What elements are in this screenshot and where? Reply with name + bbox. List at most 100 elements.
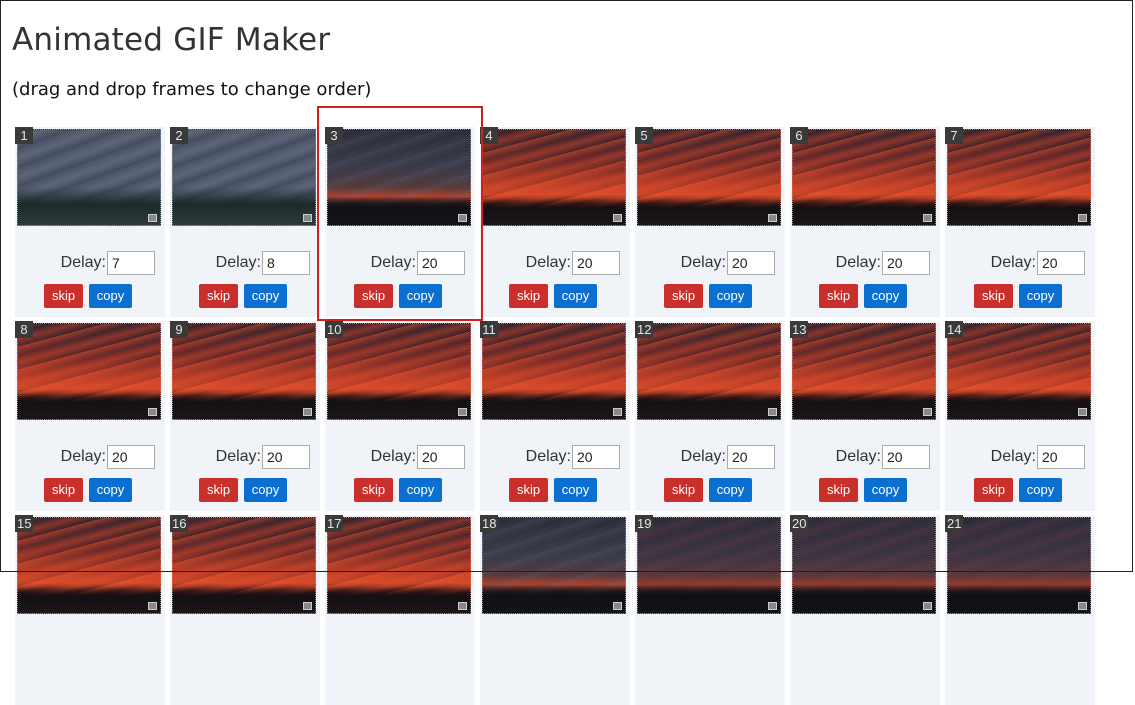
skip-button[interactable]: skip bbox=[974, 284, 1013, 308]
delay-input[interactable] bbox=[1037, 251, 1085, 275]
image-icon bbox=[148, 602, 157, 610]
frame-number-badge: 21 bbox=[945, 515, 964, 532]
skip-button[interactable]: skip bbox=[819, 284, 858, 308]
frame-thumbnail[interactable] bbox=[947, 517, 1091, 614]
frame-cell[interactable]: 3 Delay: skipcopy bbox=[325, 127, 475, 317]
copy-button[interactable]: copy bbox=[709, 284, 752, 308]
image-icon bbox=[613, 214, 622, 222]
delay-row: Delay: bbox=[480, 251, 630, 277]
delay-input[interactable] bbox=[727, 251, 775, 275]
skip-button[interactable]: skip bbox=[199, 478, 238, 502]
frame-thumbnail[interactable] bbox=[17, 323, 161, 420]
copy-button[interactable]: copy bbox=[399, 284, 442, 308]
copy-button[interactable]: copy bbox=[554, 478, 597, 502]
delay-input[interactable] bbox=[882, 445, 930, 469]
delay-input[interactable] bbox=[262, 251, 310, 275]
frame-cell[interactable]: 13 Delay: skipcopy bbox=[790, 321, 940, 511]
delay-row: Delay: bbox=[170, 251, 320, 277]
frame-cell[interactable]: 4 Delay: skipcopy bbox=[480, 127, 630, 317]
frame-thumbnail[interactable] bbox=[947, 129, 1091, 226]
frame-thumbnail[interactable] bbox=[792, 517, 936, 614]
frame-thumbnail[interactable] bbox=[482, 129, 626, 226]
frame-cell[interactable]: 14 Delay: skipcopy bbox=[945, 321, 1095, 511]
delay-row: Delay: bbox=[15, 251, 165, 277]
frame-cell[interactable]: 5 Delay: skipcopy bbox=[635, 127, 785, 317]
skip-button[interactable]: skip bbox=[664, 284, 703, 308]
frame-cell[interactable]: 16 bbox=[170, 515, 320, 705]
image-icon bbox=[923, 602, 932, 610]
frame-number-badge: 4 bbox=[480, 127, 498, 144]
copy-button[interactable]: copy bbox=[244, 284, 287, 308]
frame-thumbnail[interactable] bbox=[17, 517, 161, 614]
frame-thumbnail[interactable] bbox=[947, 323, 1091, 420]
copy-button[interactable]: copy bbox=[709, 478, 752, 502]
copy-button[interactable]: copy bbox=[89, 284, 132, 308]
frame-number-badge: 3 bbox=[325, 127, 343, 144]
copy-button[interactable]: copy bbox=[1019, 284, 1062, 308]
copy-button[interactable]: copy bbox=[1019, 478, 1062, 502]
copy-button[interactable]: copy bbox=[864, 284, 907, 308]
skip-button[interactable]: skip bbox=[354, 478, 393, 502]
delay-input[interactable] bbox=[107, 251, 155, 275]
delay-input[interactable] bbox=[262, 445, 310, 469]
frame-cell[interactable]: 6 Delay: skipcopy bbox=[790, 127, 940, 317]
frame-thumbnail[interactable] bbox=[792, 323, 936, 420]
delay-input[interactable] bbox=[1037, 445, 1085, 469]
frame-thumbnail[interactable] bbox=[327, 517, 471, 614]
frame-cell[interactable]: 7 Delay: skipcopy bbox=[945, 127, 1095, 317]
delay-input[interactable] bbox=[572, 445, 620, 469]
frame-thumbnail[interactable] bbox=[327, 129, 471, 226]
frame-number-badge: 20 bbox=[790, 515, 809, 532]
delay-input[interactable] bbox=[882, 251, 930, 275]
frame-thumbnail[interactable] bbox=[637, 129, 781, 226]
skip-button[interactable]: skip bbox=[44, 478, 83, 502]
copy-button[interactable]: copy bbox=[399, 478, 442, 502]
skip-button[interactable]: skip bbox=[509, 478, 548, 502]
frame-cell[interactable]: 10 Delay: skipcopy bbox=[325, 321, 475, 511]
copy-button[interactable]: copy bbox=[864, 478, 907, 502]
copy-button[interactable]: copy bbox=[554, 284, 597, 308]
frame-cell[interactable]: 1 Delay: skipcopy bbox=[15, 127, 165, 317]
frame-cell[interactable]: 18 bbox=[480, 515, 630, 705]
delay-label: Delay: bbox=[370, 448, 416, 465]
image-icon bbox=[458, 602, 467, 610]
delay-input[interactable] bbox=[417, 251, 465, 275]
frame-thumbnail[interactable] bbox=[172, 517, 316, 614]
frame-number-badge: 8 bbox=[15, 321, 33, 338]
frame-cell[interactable]: 2 Delay: skipcopy bbox=[170, 127, 320, 317]
frame-cell[interactable]: 20 bbox=[790, 515, 940, 705]
delay-input[interactable] bbox=[727, 445, 775, 469]
delay-input[interactable] bbox=[107, 445, 155, 469]
frame-thumbnail[interactable] bbox=[637, 323, 781, 420]
skip-button[interactable]: skip bbox=[199, 284, 238, 308]
copy-button[interactable]: copy bbox=[244, 478, 287, 502]
frame-thumbnail[interactable] bbox=[637, 517, 781, 614]
frame-cell[interactable]: 17 bbox=[325, 515, 475, 705]
frame-cell[interactable]: 9 Delay: skipcopy bbox=[170, 321, 320, 511]
frame-number-badge: 2 bbox=[170, 127, 188, 144]
frame-number-badge: 14 bbox=[945, 321, 964, 338]
delay-row: Delay: bbox=[635, 251, 785, 277]
delay-input[interactable] bbox=[417, 445, 465, 469]
frame-thumbnail[interactable] bbox=[327, 323, 471, 420]
skip-button[interactable]: skip bbox=[354, 284, 393, 308]
frame-cell[interactable]: 12 Delay: skipcopy bbox=[635, 321, 785, 511]
skip-button[interactable]: skip bbox=[509, 284, 548, 308]
frame-thumbnail[interactable] bbox=[482, 517, 626, 614]
copy-button[interactable]: copy bbox=[89, 478, 132, 502]
skip-button[interactable]: skip bbox=[44, 284, 83, 308]
frame-cell[interactable]: 21 bbox=[945, 515, 1095, 705]
frame-thumbnail[interactable] bbox=[17, 129, 161, 226]
skip-button[interactable]: skip bbox=[974, 478, 1013, 502]
delay-input[interactable] bbox=[572, 251, 620, 275]
frame-thumbnail[interactable] bbox=[172, 129, 316, 226]
frame-cell[interactable]: 8 Delay: skipcopy bbox=[15, 321, 165, 511]
frame-cell[interactable]: 19 bbox=[635, 515, 785, 705]
frame-thumbnail[interactable] bbox=[792, 129, 936, 226]
frame-thumbnail[interactable] bbox=[172, 323, 316, 420]
skip-button[interactable]: skip bbox=[664, 478, 703, 502]
frame-cell[interactable]: 11 Delay: skipcopy bbox=[480, 321, 630, 511]
frame-thumbnail[interactable] bbox=[482, 323, 626, 420]
frame-cell[interactable]: 15 bbox=[15, 515, 165, 705]
skip-button[interactable]: skip bbox=[819, 478, 858, 502]
